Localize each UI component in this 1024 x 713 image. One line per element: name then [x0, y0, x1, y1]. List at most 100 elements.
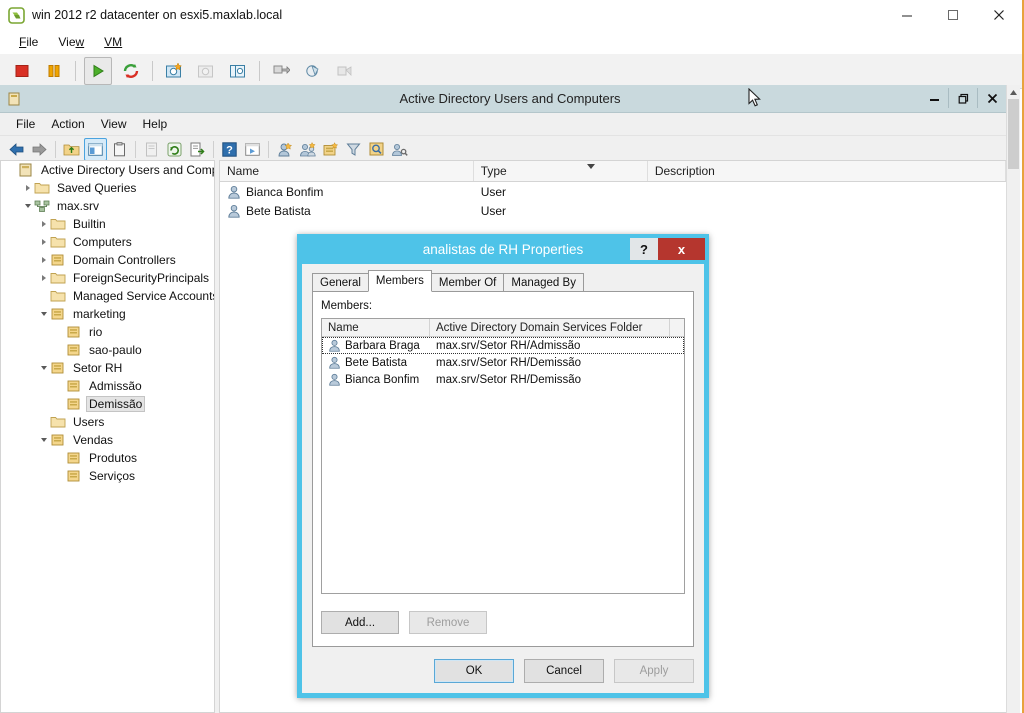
ou-icon: [67, 326, 80, 338]
tree-item-domain-controllers[interactable]: Domain Controllers: [1, 251, 214, 269]
members-tab-panel: Members: Name Active Directory Domain Ser…: [312, 291, 694, 647]
members-column-header[interactable]: Active Directory Domain Services Folder: [430, 319, 670, 336]
tree-item-setor-rh[interactable]: Setor RH: [1, 359, 214, 377]
tree-item-marketing[interactable]: marketing: [1, 305, 214, 323]
vm-minimize-button[interactable]: [884, 0, 930, 30]
tree-item-produtos[interactable]: Produtos: [1, 449, 214, 467]
tree-expander-expanded[interactable]: [37, 438, 50, 442]
add-button[interactable]: Add...: [321, 611, 399, 634]
console-tree-pane[interactable]: Active Directory Users and Comput Saved Q…: [0, 160, 214, 713]
tree-item-max-srv[interactable]: max.srv: [1, 197, 214, 215]
show-hide-tree-icon[interactable]: [84, 137, 107, 161]
show-thumbnails-icon[interactable]: [332, 58, 358, 84]
scrollbar-thumb[interactable]: [1008, 99, 1019, 169]
cancel-button[interactable]: Cancel: [524, 659, 604, 683]
show-console-tree-icon[interactable]: [242, 139, 263, 160]
properties-icon[interactable]: [109, 139, 130, 160]
members-list[interactable]: Name Active Directory Domain Services Fol…: [321, 318, 685, 594]
table-row[interactable]: Bete Batista User: [220, 201, 1006, 220]
tree-item-servi-os[interactable]: Serviços: [1, 467, 214, 485]
aduc-menu-file[interactable]: File: [8, 115, 43, 133]
ok-button[interactable]: OK: [434, 659, 514, 683]
tree-item-saved-queries[interactable]: Saved Queries: [1, 179, 214, 197]
export-list-icon[interactable]: [187, 139, 208, 160]
delegate-control-icon[interactable]: [389, 139, 410, 160]
find-icon[interactable]: [366, 139, 387, 160]
member-row[interactable]: Bianca Bonfim max.srv/Setor RH/Demissão: [322, 371, 684, 388]
tree-expander-collapsed[interactable]: [21, 185, 34, 191]
vm-maximize-button[interactable]: [930, 0, 976, 30]
column-header-description[interactable]: Description: [648, 161, 1006, 181]
ou-icon: [51, 308, 64, 320]
dialog-help-button[interactable]: ?: [630, 238, 658, 260]
tree-item-active-directory-users-and-comput[interactable]: Active Directory Users and Comput: [1, 161, 214, 179]
tree-item-label: rio: [89, 325, 103, 339]
aduc-restore-button[interactable]: [948, 88, 977, 108]
take-snapshot-icon[interactable]: [161, 58, 187, 84]
aduc-menu-help[interactable]: Help: [135, 115, 176, 133]
power-on-icon[interactable]: [84, 57, 112, 85]
tab-general[interactable]: General: [312, 273, 369, 291]
tree-item-rio[interactable]: rio: [1, 323, 214, 341]
manage-snapshots-icon[interactable]: [225, 58, 251, 84]
chevron-down-icon: [24, 204, 31, 208]
vm-menu-view[interactable]: View: [49, 32, 93, 52]
aduc-title-bar[interactable]: Active Directory Users and Computers: [0, 85, 1020, 113]
tree-item-builtin[interactable]: Builtin: [1, 215, 214, 233]
tree-expander-expanded[interactable]: [37, 366, 50, 370]
full-screen-icon[interactable]: [268, 58, 294, 84]
filter-icon[interactable]: [343, 139, 364, 160]
up-one-level-icon[interactable]: [61, 139, 82, 160]
tree-expander-expanded[interactable]: [21, 204, 34, 208]
column-header-type[interactable]: Type: [474, 161, 648, 181]
aduc-close-button[interactable]: [977, 88, 1006, 108]
aduc-menu-view[interactable]: View: [93, 115, 135, 133]
tree-item-admiss-o[interactable]: Admissão: [1, 377, 214, 395]
revert-snapshot-icon[interactable]: [193, 58, 219, 84]
unity-mode-icon[interactable]: [300, 58, 326, 84]
member-row[interactable]: Bete Batista max.srv/Setor RH/Demissão: [322, 354, 684, 371]
dialog-close-button[interactable]: x: [658, 238, 705, 260]
tree-expander-collapsed[interactable]: [37, 239, 50, 245]
aduc-minimize-button[interactable]: [920, 88, 948, 108]
new-user-icon[interactable]: [274, 139, 295, 160]
tree-expander-expanded[interactable]: [37, 312, 50, 316]
suspend-icon[interactable]: [41, 58, 67, 84]
members-column-header[interactable]: Name: [322, 319, 430, 336]
column-header-name[interactable]: Name: [220, 161, 474, 181]
restart-guest-icon[interactable]: [118, 58, 144, 84]
tree-item-foreignsecurityprincipals[interactable]: ForeignSecurityPrincipals: [1, 269, 214, 287]
tree-item-vendas[interactable]: Vendas: [1, 431, 214, 449]
close-icon: [987, 93, 997, 103]
aduc-vertical-scrollbar[interactable]: [1006, 85, 1020, 713]
member-cell-folder: max.srv/Setor RH/Demissão: [430, 374, 670, 386]
tree-item-sao-paulo[interactable]: sao-paulo: [1, 341, 214, 359]
vm-menu-vm[interactable]: VM: [95, 32, 131, 52]
table-row[interactable]: Bianca Bonfim User: [220, 182, 1006, 201]
tree-item-users[interactable]: Users: [1, 413, 214, 431]
delete-icon[interactable]: [141, 139, 162, 160]
tree-expander-collapsed[interactable]: [37, 275, 50, 281]
tree-item-computers[interactable]: Computers: [1, 233, 214, 251]
scroll-up-arrow-icon[interactable]: [1007, 85, 1020, 99]
tree-item-managed-service-accounts[interactable]: Managed Service Accounts: [1, 287, 214, 305]
vm-close-button[interactable]: [976, 0, 1022, 30]
new-ou-icon[interactable]: [320, 139, 341, 160]
aduc-menu-action[interactable]: Action: [43, 115, 92, 133]
tree-expander-collapsed[interactable]: [37, 257, 50, 263]
dialog-title-bar[interactable]: analistas de RH Properties ? x: [297, 234, 709, 264]
vm-menu-file[interactable]: File: [10, 32, 47, 52]
help-icon[interactable]: ?: [219, 139, 240, 160]
back-icon[interactable]: [6, 139, 27, 160]
tree-expander-collapsed[interactable]: [37, 221, 50, 227]
new-group-icon[interactable]: [297, 139, 318, 160]
forward-icon[interactable]: [29, 139, 50, 160]
power-off-icon[interactable]: [9, 58, 35, 84]
refresh-icon[interactable]: [164, 139, 185, 160]
tree-item-demiss-o[interactable]: Demissão: [1, 395, 214, 413]
tab-managed-by[interactable]: Managed By: [503, 273, 584, 291]
tree-item-label: Builtin: [73, 217, 106, 231]
member-row[interactable]: Barbara Braga max.srv/Setor RH/Admissão: [322, 337, 684, 354]
tab-members[interactable]: Members: [367, 270, 432, 292]
tab-member-of[interactable]: Member Of: [430, 273, 505, 291]
